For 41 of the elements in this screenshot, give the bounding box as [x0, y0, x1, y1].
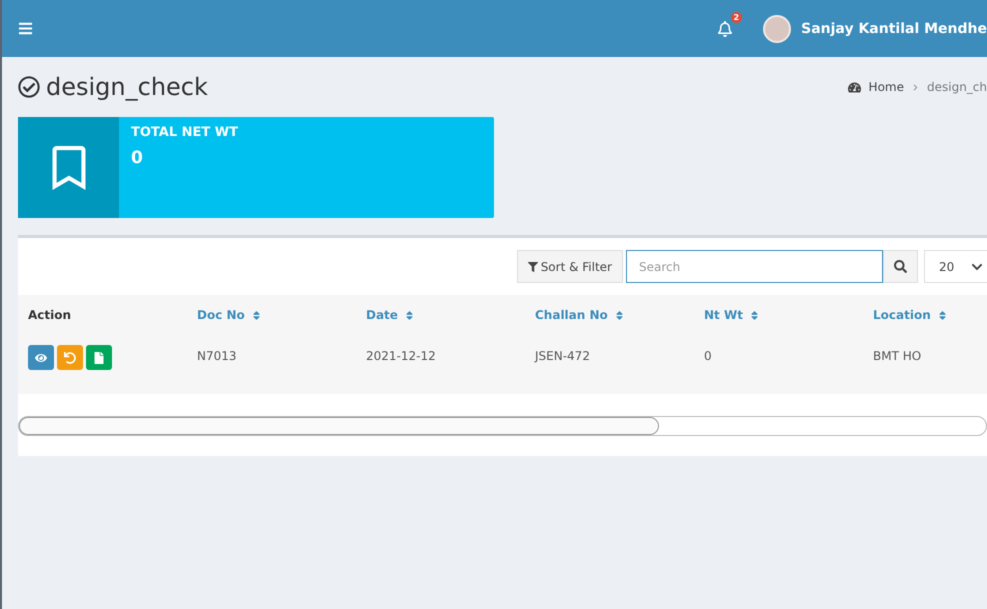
sort-icon[interactable] [614, 310, 625, 320]
table-cell-text: JSEN-472 [535, 348, 591, 363]
page-title: design_check [46, 73, 208, 101]
breadcrumb-link[interactable]: design_ch [926, 80, 987, 94]
column-header[interactable]: Challan No [535, 308, 704, 322]
sort-icon[interactable] [748, 310, 760, 320]
notification-count: 2 [730, 12, 742, 22]
revert-button[interactable] [57, 345, 83, 370]
sort-filter-button[interactable]: Sort & Filter [516, 250, 623, 283]
column-header[interactable]: Location [873, 308, 973, 322]
table-cell-text: BMT HO [873, 348, 922, 363]
filter-icon [528, 262, 538, 272]
document-button[interactable] [86, 345, 112, 370]
table-cell-text: 2021-12-12 [366, 348, 437, 363]
column-header[interactable]: Date [366, 308, 535, 322]
breadcrumb-link[interactable]: Home [868, 80, 904, 94]
menu-icon[interactable] [18, 21, 33, 36]
user-name[interactable]: Sanjay Kantilal Mendhe [801, 20, 987, 36]
table-cell-text: N7013 [197, 348, 238, 363]
column-header[interactable]: Doc No [197, 308, 366, 322]
table-cell-text: 0 [704, 348, 713, 363]
column-header: Action [28, 308, 72, 322]
sort-icon[interactable] [936, 310, 948, 320]
notification-bell-icon[interactable] [717, 20, 734, 36]
search-icon [894, 260, 907, 273]
view-button[interactable] [28, 345, 54, 370]
search-field[interactable]: Search [626, 250, 883, 283]
column-header[interactable]: Nt Wt [704, 308, 873, 322]
horizontal-scrollbar[interactable] [18, 416, 987, 436]
page-size-select[interactable]: 20 [924, 250, 987, 283]
file-icon [93, 352, 105, 364]
breadcrumb-separator-icon [912, 84, 919, 90]
dashboard-icon [848, 80, 861, 94]
sort-icon[interactable] [404, 310, 415, 320]
info-box-value: 0 [131, 148, 144, 168]
info-box-label: TOTAL NET WT [131, 125, 238, 140]
user-avatar[interactable] [763, 14, 792, 42]
eye-icon [35, 352, 47, 364]
sort-icon[interactable] [250, 310, 262, 320]
undo-icon [64, 352, 76, 364]
search-button[interactable] [883, 250, 918, 283]
